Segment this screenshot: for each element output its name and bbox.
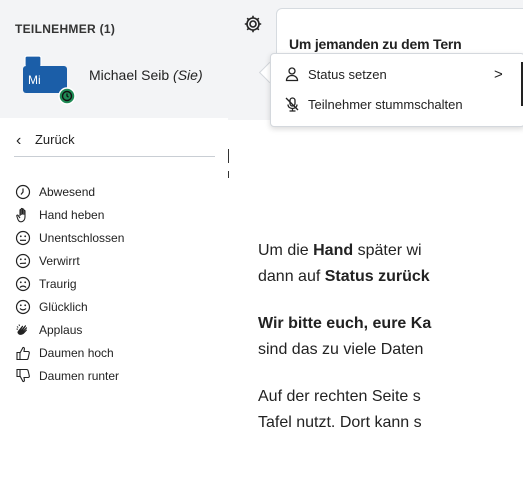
person-icon xyxy=(285,67,299,82)
status-item-label: Daumen hoch xyxy=(39,346,114,360)
hand-icon xyxy=(16,207,26,223)
status-item-applause[interactable]: Applaus xyxy=(15,322,215,342)
back-button[interactable]: ‹ Zurück xyxy=(16,131,75,149)
participant-self-tag: (Sie) xyxy=(173,67,203,83)
neutral-face-icon xyxy=(15,230,31,246)
status-item-label: Unentschlossen xyxy=(39,231,125,245)
status-item-label: Verwirrt xyxy=(39,254,80,268)
content-paragraph-1-line-2: dann auf Status zurück xyxy=(258,264,430,290)
status-item-undecided[interactable]: Unentschlossen xyxy=(15,230,215,250)
status-clock-icon xyxy=(58,87,76,105)
participant-name-text: Michael Seib xyxy=(89,67,170,83)
happy-face-icon xyxy=(15,299,31,315)
status-item-raise-hand[interactable]: Hand heben xyxy=(15,207,215,227)
status-item-label: Hand heben xyxy=(39,208,105,222)
thumbs-down-icon xyxy=(16,368,30,383)
status-item-label: Daumen runter xyxy=(39,369,120,383)
status-item-thumbs-down[interactable]: Daumen runter xyxy=(15,368,215,388)
status-item-label: Traurig xyxy=(39,277,77,291)
status-item-away[interactable]: Abwesend xyxy=(15,184,215,204)
participants-title: TEILNEHMER (1) xyxy=(15,22,116,36)
status-item-thumbs-up[interactable]: Daumen hoch xyxy=(15,345,215,365)
text-run: dann auf xyxy=(258,268,325,285)
status-item-label: Applaus xyxy=(39,323,83,337)
content-paragraph-3-line-1: Auf der rechten Seite s xyxy=(258,388,421,405)
clock-icon xyxy=(15,184,31,200)
menu-item-set-status[interactable]: Status setzen xyxy=(308,67,387,82)
text-cursor-mark xyxy=(228,171,229,178)
text-run: später wi xyxy=(353,242,422,259)
status-item-sad[interactable]: Traurig xyxy=(15,276,215,296)
avatar-initials: Mi xyxy=(28,73,41,87)
status-item-label: Glücklich xyxy=(39,300,88,314)
chevron-right-icon: > xyxy=(494,66,503,83)
text-run-bold: Hand xyxy=(313,242,354,259)
mic-off-icon xyxy=(285,97,299,112)
chevron-left-icon: ‹ xyxy=(16,132,22,149)
content-paragraph-2-line-1: Wir bitte euch, eure Ka xyxy=(258,315,432,332)
status-item-happy[interactable]: Glücklich xyxy=(15,299,215,319)
menu-item-mute[interactable]: Teilnehmer stummschalten xyxy=(308,97,463,112)
participant-context-menu xyxy=(270,53,523,127)
text-run: Um die xyxy=(258,242,314,259)
participant-name: Michael Seib (Sie) xyxy=(89,67,203,83)
confused-face-icon xyxy=(15,253,31,269)
status-item-confused[interactable]: Verwirrt xyxy=(15,253,215,273)
sad-face-icon xyxy=(15,276,31,292)
thumbs-up-icon xyxy=(16,346,30,361)
content-paragraph-2-line-2: sind das zu viele Daten xyxy=(258,341,424,358)
divider xyxy=(14,156,215,157)
info-card-title: Um jemanden zu dem Tern xyxy=(289,36,462,52)
content-paragraph-3-line-2: Tafel nutzt. Dort kann s xyxy=(258,414,422,431)
back-label: Zurück xyxy=(34,132,75,147)
text-run-bold: Status zurück xyxy=(324,268,430,285)
text-cursor-mark xyxy=(228,149,229,163)
status-item-label: Abwesend xyxy=(39,185,96,199)
content-paragraph-1-line-1: Um die Hand später wi xyxy=(258,238,422,264)
clapping-icon xyxy=(16,324,28,335)
gear-icon[interactable] xyxy=(243,14,263,34)
